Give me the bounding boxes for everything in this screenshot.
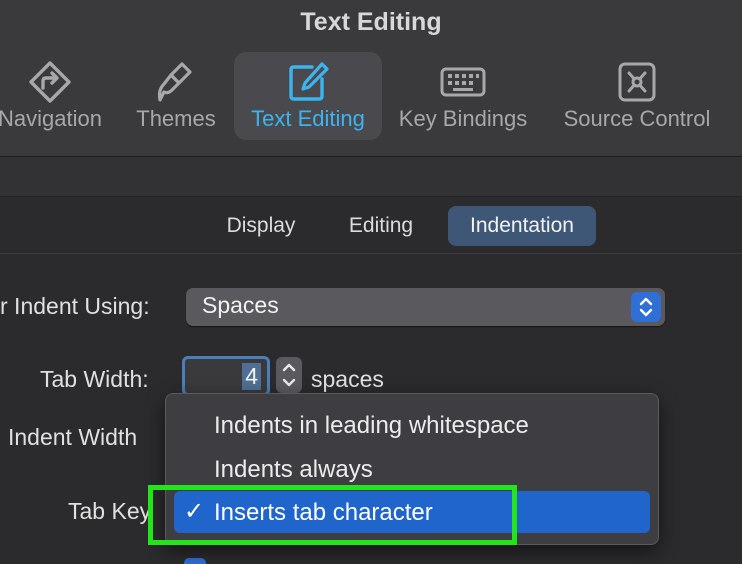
toolbar-label-themes: Themes xyxy=(136,106,216,131)
menu-item-indents-always[interactable]: Indents always xyxy=(174,448,650,490)
indentation-tabs: Display Editing Indentation xyxy=(0,206,742,246)
brush-icon xyxy=(157,62,192,102)
toolbar-item-text-editing[interactable]: Text Editing xyxy=(234,52,382,140)
indent-using-popup[interactable]: Spaces xyxy=(186,288,665,326)
tabs-divider xyxy=(0,253,742,254)
toolbar-label-source-control: Source Control xyxy=(563,106,711,131)
tab-width-label: Tab Width: xyxy=(40,366,149,392)
tab-display[interactable]: Display xyxy=(212,206,310,246)
menu-item-indents-leading[interactable]: Indents in leading whitespace xyxy=(174,404,650,446)
toolbar-item-source-control[interactable]: Source Control xyxy=(552,52,722,140)
indent-using-value: Spaces xyxy=(202,292,279,318)
toolbar-label-navigation: Navigation xyxy=(0,106,102,131)
toolbar-label-key-bindings: Key Bindings xyxy=(398,106,528,131)
tab-indentation[interactable]: Indentation xyxy=(448,206,596,246)
navigation-icon xyxy=(29,61,71,103)
sub-header-bar xyxy=(0,157,742,197)
tab-width-units: spaces xyxy=(311,366,384,392)
tab-width-value: 4 xyxy=(242,363,261,390)
partial-bottom-row xyxy=(0,548,742,564)
window-title: Text Editing xyxy=(300,8,442,36)
tab-key-label: Tab Key xyxy=(68,498,152,524)
preferences-toolbar: Text Editing Navigation Themes Text Edit… xyxy=(0,0,742,157)
stepper-arrows-icon xyxy=(282,363,296,387)
tab-width-field[interactable]: 4 xyxy=(182,356,270,396)
indent-using-label: r Indent Using: xyxy=(0,293,150,319)
annotation-highlight-box xyxy=(148,485,517,545)
toolbar-item-navigation[interactable]: Navigation xyxy=(0,52,110,140)
tab-editing[interactable]: Editing xyxy=(330,206,432,246)
edit-icon xyxy=(289,62,329,101)
checkbox-partial[interactable] xyxy=(184,558,206,564)
toolbar-item-key-bindings[interactable]: Key Bindings xyxy=(392,52,534,140)
source-control-icon xyxy=(618,62,656,102)
menu-item-label: Indents in leading whitespace xyxy=(214,412,529,439)
toolbar-label-text-editing: Text Editing xyxy=(251,106,365,131)
popup-arrows-icon xyxy=(631,292,661,322)
menu-item-label: Indents always xyxy=(214,456,373,483)
tab-width-stepper[interactable] xyxy=(276,357,302,393)
keyboard-icon xyxy=(440,67,486,97)
toolbar-item-themes[interactable]: Themes xyxy=(128,52,224,140)
indent-width-label: Indent Width xyxy=(8,424,138,450)
